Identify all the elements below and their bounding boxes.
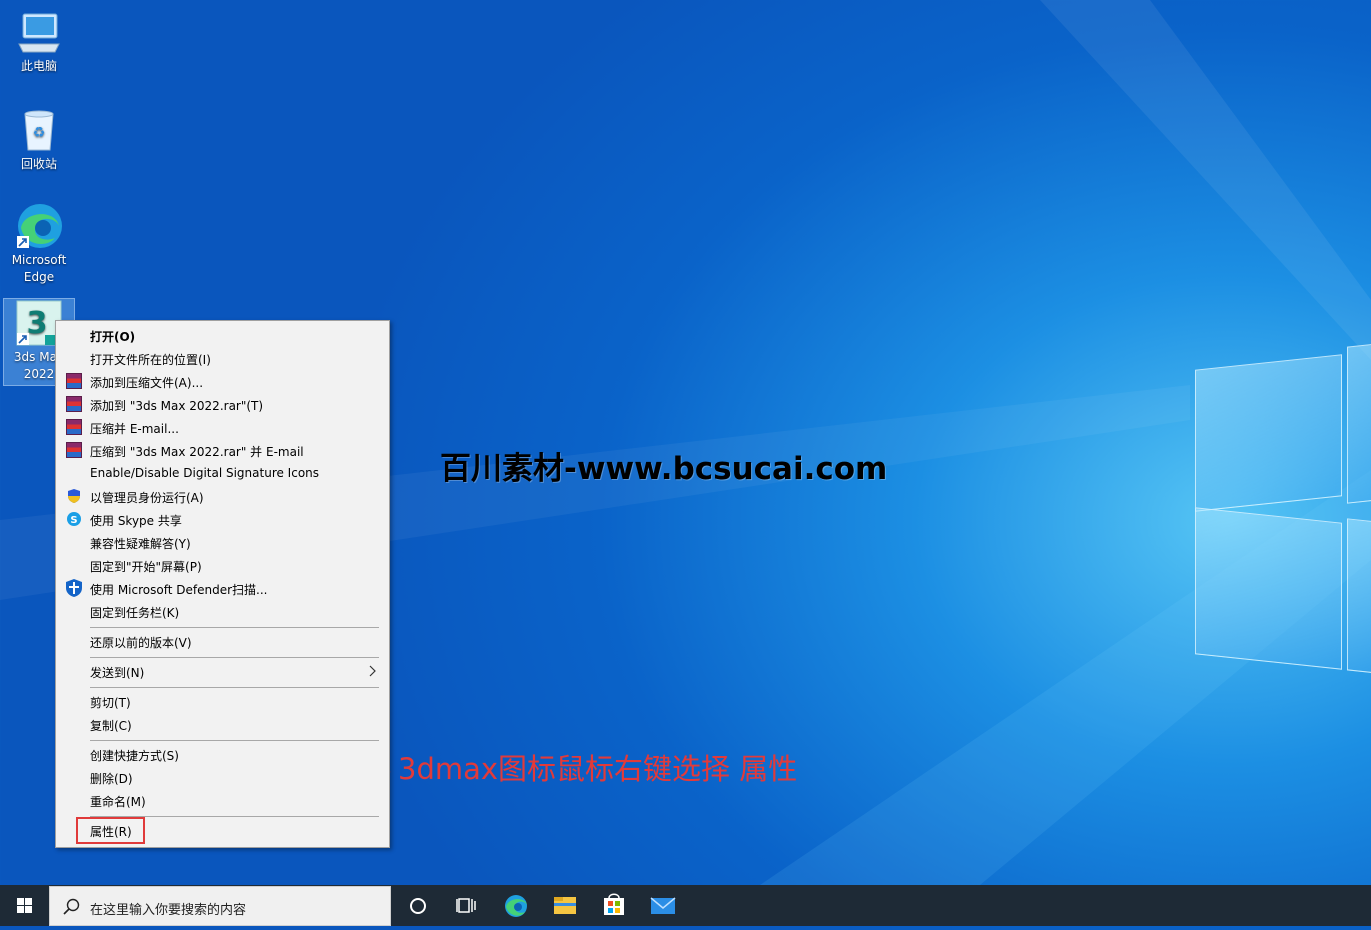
- taskbar-edge-button[interactable]: [498, 885, 534, 926]
- search-placeholder: 在这里输入你要搜索的内容: [90, 903, 247, 918]
- menu-item-label: 发送到(N): [90, 666, 145, 680]
- taskbar: 在这里输入你要搜索的内容: [0, 885, 1371, 926]
- desktop-icon-this-pc[interactable]: 此电脑: [4, 8, 74, 75]
- desktop-icon-label: Microsoft Edge: [11, 253, 67, 284]
- menu-item-label: 固定到任务栏(K): [90, 606, 180, 620]
- task-view-button[interactable]: [448, 885, 484, 926]
- menu-item-run-as-admin[interactable]: 以管理员身份运行(A): [58, 485, 387, 508]
- menu-item-add-to-archive[interactable]: 添加到压缩文件(A)...: [58, 370, 387, 393]
- taskbar-file-explorer-button[interactable]: [547, 885, 583, 926]
- menu-item-label: 重命名(M): [90, 795, 146, 809]
- chevron-right-icon: [369, 665, 376, 677]
- menu-item-add-to-rar[interactable]: 添加到 "3ds Max 2022.rar"(T): [58, 393, 387, 416]
- svg-text:♻: ♻: [33, 125, 46, 141]
- cortana-icon: [410, 898, 426, 914]
- menu-item-label: 复制(C): [90, 719, 132, 733]
- edge-icon: [15, 202, 63, 250]
- task-view-icon: [456, 898, 476, 913]
- desktop-icon-edge[interactable]: Microsoft Edge: [4, 202, 74, 286]
- winrar-icon: [66, 396, 82, 412]
- windows-start-icon: [17, 898, 32, 913]
- menu-item-label: 使用 Skype 共享: [90, 514, 182, 528]
- menu-item-signature-icons[interactable]: Enable/Disable Digital Signature Icons: [58, 462, 387, 485]
- menu-item-label: 压缩并 E-mail...: [90, 422, 179, 436]
- menu-item-open-file-location[interactable]: 打开文件所在的位置(I): [58, 347, 387, 370]
- menu-item-label: 打开文件所在的位置(I): [90, 353, 211, 367]
- watermark-text: 百川素材-www.bcsucai.com: [440, 451, 888, 487]
- menu-item-copy[interactable]: 复制(C): [58, 713, 387, 736]
- start-button[interactable]: [0, 885, 48, 926]
- cortana-button[interactable]: [400, 885, 436, 926]
- menu-item-label: 还原以前的版本(V): [90, 636, 192, 650]
- uac-shield-icon: [66, 488, 82, 504]
- menu-item-compatibility[interactable]: 兼容性疑难解答(Y): [58, 531, 387, 554]
- wallpaper-logo-pane: [1195, 507, 1342, 670]
- menu-item-label: 固定到"开始"屏幕(P): [90, 560, 202, 574]
- desktop-icon-label: 此电脑: [20, 59, 57, 73]
- edge-icon: [505, 895, 527, 917]
- context-menu: 打开(O) 打开文件所在的位置(I) 添加到压缩文件(A)... 添加到 "3d…: [55, 320, 390, 848]
- store-icon: [604, 893, 624, 915]
- svg-text:S: S: [70, 515, 77, 526]
- menu-separator: [90, 687, 379, 688]
- menu-item-defender-scan[interactable]: 使用 Microsoft Defender扫描...: [58, 577, 387, 600]
- wallpaper-logo-pane: [1347, 343, 1371, 504]
- properties-highlight-box: [76, 817, 145, 844]
- this-pc-icon: [15, 8, 63, 56]
- menu-item-label: 添加到 "3ds Max 2022.rar"(T): [90, 399, 264, 413]
- search-icon: [63, 898, 80, 915]
- menu-item-label: 剪切(T): [90, 696, 131, 710]
- menu-item-label: 创建快捷方式(S): [90, 749, 179, 763]
- menu-item-send-to[interactable]: 发送到(N): [58, 660, 387, 683]
- menu-separator: [90, 740, 379, 741]
- winrar-icon: [66, 419, 82, 435]
- menu-separator: [90, 627, 379, 628]
- menu-item-label: 打开(O): [90, 330, 136, 344]
- menu-item-label: 使用 Microsoft Defender扫描...: [90, 583, 268, 597]
- menu-item-restore-versions[interactable]: 还原以前的版本(V): [58, 630, 387, 653]
- taskbar-search-box[interactable]: 在这里输入你要搜索的内容: [49, 886, 391, 926]
- menu-item-label: 删除(D): [90, 772, 133, 786]
- recycle-bin-icon: ♻: [15, 106, 63, 154]
- menu-item-label: 以管理员身份运行(A): [90, 491, 204, 505]
- menu-item-pin-to-start[interactable]: 固定到"开始"屏幕(P): [58, 554, 387, 577]
- skype-icon: S: [66, 511, 82, 527]
- desktop: 此电脑 ♻ 回收站 Microsoft Edge 3 3ds Max 2022 …: [0, 0, 1371, 885]
- menu-item-label: 添加到压缩文件(A)...: [90, 376, 204, 390]
- menu-item-label: Enable/Disable Digital Signature Icons: [90, 466, 320, 480]
- menu-item-delete[interactable]: 删除(D): [58, 766, 387, 789]
- menu-item-rename[interactable]: 重命名(M): [58, 789, 387, 812]
- wallpaper-logo-pane: [1347, 518, 1371, 674]
- menu-item-skype-share[interactable]: S 使用 Skype 共享: [58, 508, 387, 531]
- menu-item-compress-email[interactable]: 压缩并 E-mail...: [58, 416, 387, 439]
- defender-icon: [64, 578, 84, 598]
- file-explorer-icon: [554, 897, 576, 914]
- menu-item-pin-to-taskbar[interactable]: 固定到任务栏(K): [58, 600, 387, 623]
- wallpaper-logo-pane: [1195, 354, 1342, 512]
- menu-item-label: 兼容性疑难解答(Y): [90, 537, 191, 551]
- taskbar-store-button[interactable]: [596, 885, 632, 926]
- desktop-icon-label: 回收站: [20, 157, 57, 171]
- taskbar-mail-button[interactable]: [645, 885, 681, 926]
- annotation-text: 3dmax图标鼠标右键选择 属性: [398, 752, 798, 786]
- mail-icon: [650, 897, 676, 914]
- menu-item-cut[interactable]: 剪切(T): [58, 690, 387, 713]
- menu-item-open[interactable]: 打开(O): [58, 324, 387, 347]
- winrar-icon: [66, 373, 82, 389]
- menu-item-compress-rar-email[interactable]: 压缩到 "3ds Max 2022.rar" 并 E-mail: [58, 439, 387, 462]
- winrar-icon: [66, 442, 82, 458]
- menu-item-label: 压缩到 "3ds Max 2022.rar" 并 E-mail: [90, 445, 304, 459]
- menu-separator: [90, 657, 379, 658]
- menu-item-create-shortcut[interactable]: 创建快捷方式(S): [58, 743, 387, 766]
- svg-text:3: 3: [27, 306, 48, 341]
- desktop-icon-recycle-bin[interactable]: ♻ 回收站: [4, 106, 74, 173]
